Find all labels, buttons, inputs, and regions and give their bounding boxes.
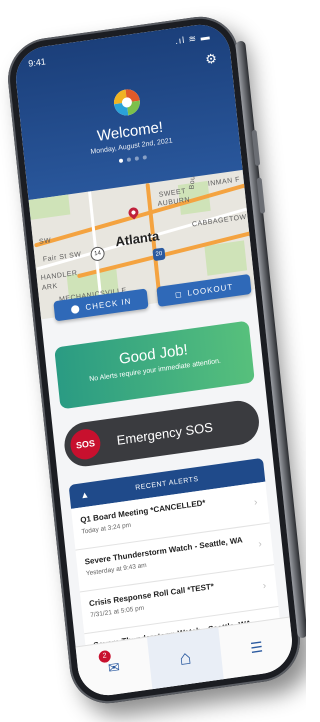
location-pin-icon: ⬤ — [70, 303, 81, 314]
sos-label: Emergency SOS — [115, 418, 214, 448]
tab-inbox[interactable]: ✉ 2 — [77, 649, 150, 682]
phone-frame: 9:41 .ıl ≋ ▬ ⚙ Welcome! Monday, August 2… — [4, 11, 304, 709]
map-label: Bou — [188, 175, 197, 190]
check-in-label: CHECK IN — [84, 296, 132, 312]
chevron-right-icon: › — [253, 496, 259, 509]
status-time: 9:41 — [27, 56, 47, 69]
sos-badge: SOS — [69, 427, 102, 462]
status-icons: .ıl ≋ ▬ — [174, 31, 211, 47]
map-label: ARK — [41, 282, 59, 292]
gear-icon[interactable]: ⚙ — [204, 51, 217, 69]
home-icon: ⌂ — [178, 646, 193, 670]
tab-home[interactable]: ⌂ — [146, 627, 224, 690]
volume-up-button — [251, 129, 261, 167]
page-dot[interactable] — [134, 156, 140, 161]
page-dot[interactable] — [126, 157, 132, 162]
status-card: Good Job! No Alerts require your immedia… — [54, 320, 255, 410]
inbox-icon: ✉ — [107, 658, 121, 677]
page-dot-active[interactable] — [118, 158, 124, 164]
stage: 9:41 .ıl ≋ ▬ ⚙ Welcome! Monday, August 2… — [0, 0, 306, 722]
lookout-label: LOOKOUT — [186, 281, 234, 298]
hamburger-menu-icon: ☰ — [249, 638, 264, 657]
page-indicator[interactable] — [118, 155, 147, 164]
emergency-sos-button[interactable]: SOS Emergency SOS — [62, 398, 262, 470]
interstate-shield: 20 — [152, 247, 166, 262]
chevron-right-icon: › — [257, 538, 263, 551]
map-label: SW — [38, 237, 52, 246]
highway-shield: 14 — [89, 245, 106, 262]
tab-menu[interactable]: ☰ — [220, 634, 293, 662]
page-dot[interactable] — [142, 155, 147, 160]
chevron-right-icon: › — [262, 580, 267, 592]
alert-triangle-icon: ▲ — [79, 489, 90, 501]
camera-icon: ◻ — [174, 288, 183, 299]
app-logo — [112, 87, 142, 118]
volume-down-button — [256, 177, 266, 214]
phone-screen: 9:41 .ıl ≋ ▬ ⚙ Welcome! Monday, August 2… — [12, 20, 296, 700]
